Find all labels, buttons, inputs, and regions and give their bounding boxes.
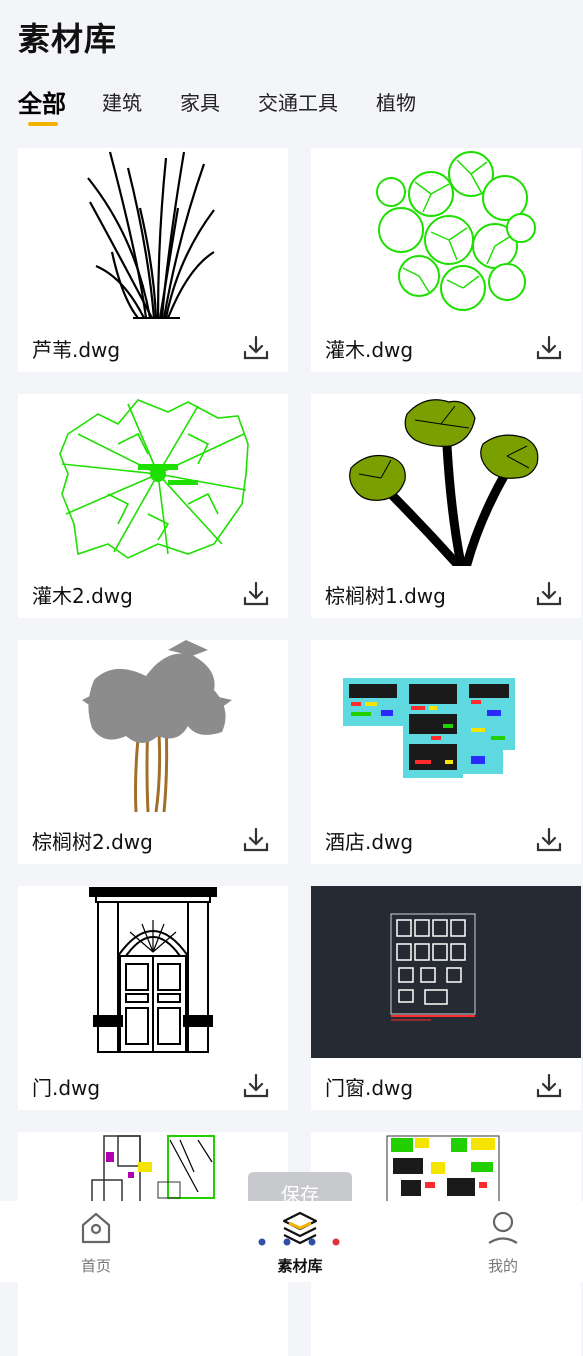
- asset-name: 棕榈树1.dwg: [325, 584, 446, 608]
- page-title: 素材库: [18, 20, 118, 58]
- download-icon[interactable]: [242, 580, 270, 608]
- asset-name: 酒店.dwg: [325, 830, 414, 854]
- category-tabs: 全部 建筑 家具 交通工具 植物: [18, 84, 454, 126]
- asset-card[interactable]: 灌木2.dwg: [18, 394, 288, 618]
- tab-all[interactable]: 全部: [18, 84, 66, 126]
- tabbar-item-profile[interactable]: 我的: [443, 1209, 563, 1276]
- reed-thumbnail: [18, 148, 288, 320]
- asset-name: 芦苇.dwg: [32, 338, 121, 362]
- shrub-thumbnail: [311, 148, 581, 320]
- asset-card[interactable]: 门窗.dwg: [311, 886, 581, 1110]
- user-icon: [443, 1209, 563, 1247]
- tabbar-label: 我的: [487, 1257, 518, 1275]
- shrub2-thumbnail: [18, 394, 288, 566]
- asset-card[interactable]: 酒店.dwg: [311, 640, 581, 864]
- tab-architecture[interactable]: 建筑: [102, 84, 142, 116]
- download-icon[interactable]: [535, 1072, 563, 1100]
- asset-name: 灌木.dwg: [325, 338, 414, 362]
- door-thumbnail: [18, 886, 288, 1058]
- download-icon[interactable]: [242, 1072, 270, 1100]
- download-icon[interactable]: [242, 826, 270, 854]
- asset-card[interactable]: 门.dwg: [18, 886, 288, 1110]
- asset-card[interactable]: 芦苇.dwg: [18, 148, 288, 372]
- page-indicator-dots: [258, 1238, 340, 1246]
- asset-card[interactable]: 灌木.dwg: [311, 148, 581, 372]
- tab-plants[interactable]: 植物: [376, 84, 416, 116]
- download-icon[interactable]: [535, 334, 563, 362]
- download-icon[interactable]: [535, 826, 563, 854]
- palm1-thumbnail: [311, 394, 581, 566]
- asset-name: 门窗.dwg: [325, 1076, 414, 1100]
- tabbar-label: 首页: [80, 1257, 111, 1275]
- asset-name: 门.dwg: [32, 1076, 101, 1100]
- asset-name: 灌木2.dwg: [32, 584, 133, 608]
- asset-card[interactable]: 棕榈树2.dwg: [18, 640, 288, 864]
- palm2-thumbnail: [18, 640, 288, 812]
- asset-card[interactable]: 棕榈树1.dwg: [311, 394, 581, 618]
- tab-furniture[interactable]: 家具: [180, 84, 220, 116]
- hotel-plan-thumbnail: [311, 640, 581, 812]
- home-icon: [36, 1209, 156, 1247]
- download-icon[interactable]: [242, 334, 270, 362]
- asset-name: 棕榈树2.dwg: [32, 830, 153, 854]
- tabbar-label: 素材库: [277, 1257, 323, 1275]
- doors-windows-thumbnail: [311, 886, 581, 1058]
- tabbar-item-home[interactable]: 首页: [36, 1209, 156, 1276]
- download-icon[interactable]: [535, 580, 563, 608]
- tab-vehicles[interactable]: 交通工具: [258, 84, 338, 116]
